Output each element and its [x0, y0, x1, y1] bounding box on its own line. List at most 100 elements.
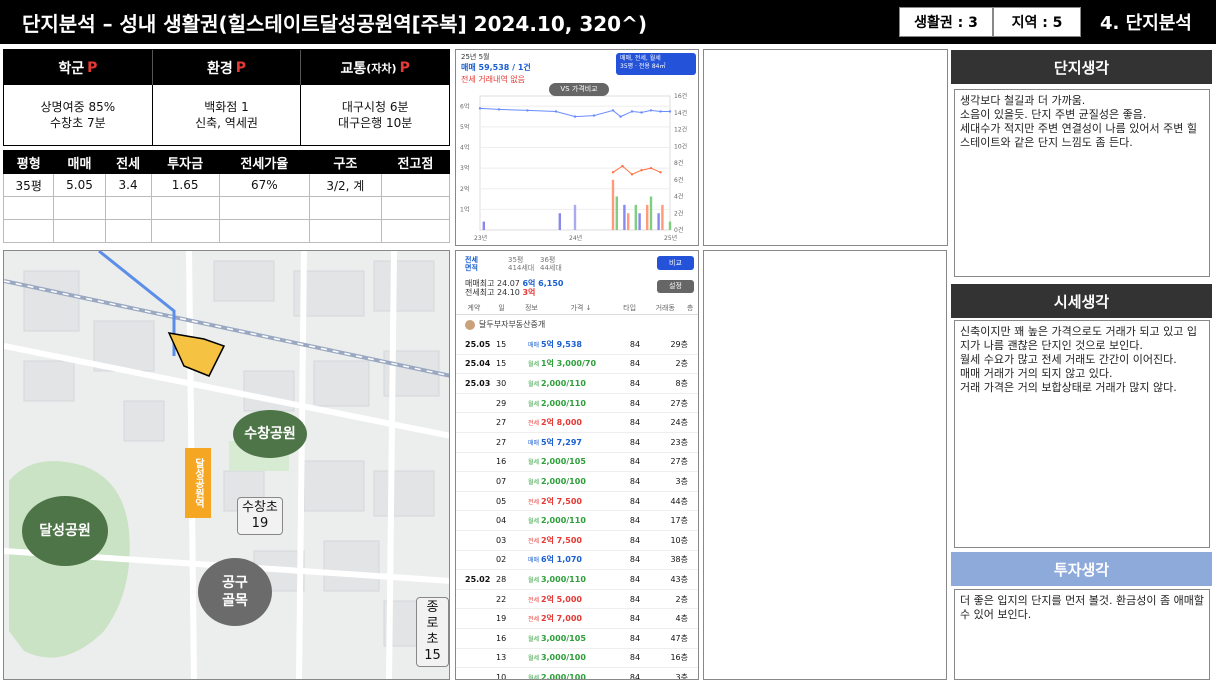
- list-item[interactable]: 07 월세 2,000/100 84 3층: [456, 472, 698, 492]
- list-item[interactable]: 29 월세 2,000/110 84 27층: [456, 394, 698, 414]
- tx-price: 전세 2억 5,000: [524, 594, 616, 605]
- tx-type: 84: [629, 457, 641, 467]
- price-col-header: 전고점: [380, 150, 451, 174]
- price-col-header: 평형: [2, 150, 55, 174]
- list-item[interactable]: 22 전세 2억 5,000 84 2층: [456, 590, 698, 610]
- tx-amount: 2억 7,500: [540, 535, 582, 545]
- list-item[interactable]: 13 월세 3,000/100 84 16층: [456, 649, 698, 669]
- tx-price: 월세 3,000/105: [524, 634, 616, 643]
- table-cell: [380, 196, 451, 220]
- tx-col-header[interactable]: 정보: [512, 301, 552, 314]
- tx-amount: 3,000/110: [540, 574, 586, 584]
- info-table: 학군 P 환경 P 교통 (자차) P 상명여중 85% 수창초 7분 백화점 1 신축…: [3, 49, 450, 146]
- table-cell: 1.65: [150, 173, 220, 197]
- table-row: [2, 196, 451, 220]
- chart-point: [611, 171, 615, 174]
- p-badge: P: [87, 59, 98, 76]
- tx-col-header[interactable]: 층: [682, 301, 698, 314]
- tx-price: 매매 6억 1,070: [524, 554, 616, 565]
- table-cell: 67%: [218, 173, 310, 197]
- tx-col-header[interactable]: 거래동: [648, 301, 682, 314]
- chart-filter-selector[interactable]: 매매, 전세, 월세 35평 · 전용 84㎡: [616, 53, 696, 75]
- tab-area[interactable]: 전세 면적: [465, 256, 478, 272]
- tab-36py[interactable]: 36평 44세대: [540, 256, 562, 272]
- list-item[interactable]: 27 전세 2억 8,000 84 24층: [456, 413, 698, 433]
- tx-floor: 44층: [670, 496, 688, 506]
- list-item[interactable]: 04 월세 2,000/110 84 17층: [456, 511, 698, 531]
- note-line: 소음이 있을듯. 단지 주변 균질성은 좋음.: [960, 108, 1147, 121]
- table-cell: [218, 219, 310, 243]
- list-item[interactable]: 16 월세 2,000/105 84 27층: [456, 453, 698, 473]
- tx-floor: 10층: [670, 535, 688, 545]
- tx-kind: 매매: [528, 557, 541, 565]
- price-col-header: 전세: [104, 150, 152, 174]
- tx-kind: 매매: [528, 439, 541, 447]
- table-cell: [308, 196, 382, 220]
- table-cell: [104, 219, 152, 243]
- tab-35py[interactable]: 35평 414세대: [508, 256, 534, 272]
- chart-volume-bar: [646, 204, 649, 230]
- tx-kind: 전세: [528, 616, 541, 624]
- list-item[interactable]: 25.05 15 매매 5억 9,538 84 29층: [456, 335, 698, 355]
- tx-price: 월세 2,000/105: [524, 457, 616, 466]
- complex-thoughts-body: 생각보다 철길과 더 가까움. 소음이 있을듯. 단지 주변 균질성은 좋음. 세대…: [954, 89, 1210, 277]
- tx-kind: 전세: [528, 596, 541, 604]
- list-item[interactable]: 16 월세 3,000/105 84 47층: [456, 629, 698, 649]
- tx-day: 05: [496, 496, 507, 506]
- tx-amount: 2억 7,500: [540, 496, 582, 506]
- transaction-list: 25.05 15 매매 5억 9,538 84 29층 25.04 15 월세 1억 3,00…: [456, 335, 698, 680]
- tx-type: 84: [629, 418, 641, 428]
- price-chart-panel: 6억 5억 4억 3억 2억 1억 16건 14건 12건 10건 8건 6건 4건 2건 0건 23년 24년…: [455, 49, 699, 246]
- note-line: 월세 수요가 많고 전세 거래도 간간이 이어진다.: [960, 353, 1177, 366]
- table-cell: [2, 219, 55, 243]
- list-item[interactable]: 27 매매 5억 7,297 84 23층: [456, 433, 698, 453]
- chart-point: [659, 110, 662, 113]
- settings-button[interactable]: 설정: [657, 280, 694, 293]
- tx-type: 84: [629, 496, 641, 506]
- list-item[interactable]: 19 전세 2억 7,000 84 4층: [456, 609, 698, 629]
- tx-type: 84: [629, 574, 641, 584]
- list-item[interactable]: 25.04 15 월세 1억 3,000/70 84 2층: [456, 355, 698, 375]
- transaction-panel: 전세 면적 35평 414세대 36평 44세대 비교 매매최고 24.07 6…: [455, 250, 699, 680]
- list-item[interactable]: 05 전세 2억 7,500 84 44층: [456, 492, 698, 512]
- table-cell: [218, 196, 310, 220]
- tx-kind: 월세: [528, 400, 541, 408]
- chart-y-tick-left: 1억: [460, 205, 469, 213]
- tx-day: 27: [496, 437, 507, 447]
- tx-col-header[interactable]: 계약: [456, 301, 492, 314]
- chart-volume-bar: [558, 213, 561, 230]
- station-marker[interactable]: 달성공원역: [185, 448, 211, 518]
- tx-kind: 전세: [528, 420, 541, 428]
- list-item[interactable]: 02 매매 6억 1,070 84 38층: [456, 551, 698, 571]
- location-map[interactable]: 수창공원 달성공원 공구 골목 수창초 19 종로초 15 달성공원역: [3, 250, 450, 680]
- vs-compare-button[interactable]: VS 가격비교: [549, 83, 609, 96]
- tx-type: 84: [629, 516, 641, 526]
- tx-date: 25.03: [465, 378, 491, 388]
- compare-button[interactable]: 비교: [657, 256, 694, 270]
- tx-kind: 월세: [528, 380, 541, 388]
- list-item[interactable]: 03 전세 2억 7,500 84 10층: [456, 531, 698, 551]
- tx-amount: 2,000/110: [540, 378, 586, 388]
- chart-x-tick: 23년: [474, 234, 487, 242]
- chart-jeonse-summary: 전세 거래내역 없음: [461, 75, 525, 84]
- p-badge: P: [235, 59, 247, 76]
- school-marker-jongro[interactable]: 종로초 15: [416, 597, 449, 667]
- tx-amount: 5억 9,538: [540, 339, 582, 349]
- tx-floor: 2층: [675, 594, 688, 604]
- school-marker-suchang[interactable]: 수창초 19: [237, 497, 283, 535]
- tx-day: 22: [496, 594, 507, 604]
- tx-col-header[interactable]: 타입: [611, 301, 649, 314]
- p-badge: P: [399, 59, 410, 76]
- tx-kind: 월세: [528, 459, 541, 467]
- list-item[interactable]: 25.03 30 월세 2,000/110 84 8층: [456, 374, 698, 394]
- tx-col-header[interactable]: 가격 ↓: [551, 301, 611, 314]
- note-line: 거래 가격은 거의 보합상태로 거래가 많지 않다.: [960, 381, 1177, 394]
- list-item[interactable]: 10 월세 2,000/100 84 3층: [456, 668, 698, 680]
- tx-floor: 29층: [670, 339, 688, 349]
- tx-amount: 2,000/100: [540, 672, 586, 680]
- tx-col-header[interactable]: 일: [492, 301, 512, 314]
- tx-kind: 월세: [528, 478, 541, 486]
- list-item[interactable]: 25.02 28 월세 3,000/110 84 43층: [456, 570, 698, 590]
- chart-y-tick-right: 4건: [674, 193, 683, 201]
- tx-day: 02: [496, 555, 507, 565]
